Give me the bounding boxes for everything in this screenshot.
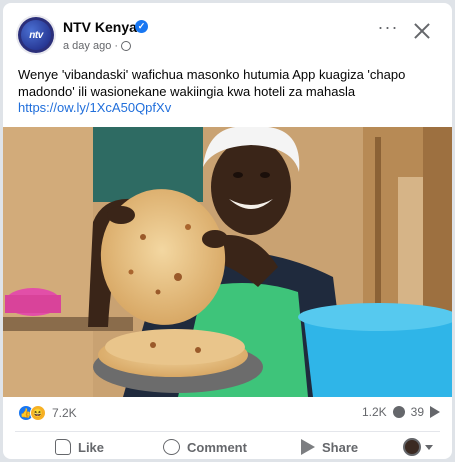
page-name[interactable]: NTV Kenya <box>63 19 137 35</box>
post-card: ntv NTV Kenya ✓ a day ago · ··· Wenye 'v… <box>3 3 452 459</box>
close-icon[interactable] <box>413 22 431 40</box>
ntv-logo: ntv <box>21 20 51 50</box>
comments-count[interactable]: 1.2K <box>362 405 387 419</box>
haha-reaction-icon: 😆 <box>30 405 46 421</box>
verified-badge-icon: ✓ <box>135 20 148 33</box>
reactions-summary[interactable]: 👍 😆 7.2K <box>18 405 77 421</box>
meta-separator: · <box>114 40 118 52</box>
reactions-count: 7.2K <box>52 406 77 420</box>
post-timestamp[interactable]: a day ago <box>63 40 111 52</box>
like-label: Like <box>78 439 105 455</box>
comment-button[interactable]: Comment <box>163 435 247 459</box>
thumbs-up-icon <box>55 439 71 455</box>
comment-label: Comment <box>187 439 247 455</box>
post-header: ntv NTV Kenya ✓ a day ago · ··· <box>3 3 452 63</box>
engagement-counts: 1.2K 39 <box>362 405 440 419</box>
globe-icon <box>121 41 131 51</box>
post-photo[interactable] <box>3 127 452 397</box>
audience-selector[interactable] <box>403 435 433 459</box>
post-caption: Wenye 'vibandaski' wafichua masonko hutu… <box>18 67 406 99</box>
chevron-down-icon <box>425 444 433 450</box>
page-avatar[interactable]: ntv <box>18 17 54 53</box>
comment-count-icon <box>392 406 405 418</box>
woman-holding-chapati-illustration <box>3 127 452 397</box>
post-link[interactable]: https://ow.ly/1XcA50QpfXv <box>18 100 171 115</box>
more-options-icon[interactable]: ··· <box>377 18 399 37</box>
shares-count[interactable]: 39 <box>411 405 424 419</box>
share-arrow-icon <box>301 439 315 455</box>
post-meta: a day ago · <box>63 40 131 52</box>
user-avatar <box>403 438 421 456</box>
share-button[interactable]: Share <box>301 435 358 459</box>
like-button[interactable]: Like <box>55 435 104 459</box>
divider <box>15 431 440 432</box>
comment-bubble-icon <box>163 439 180 455</box>
post-actions: Like Comment Share <box>3 435 452 459</box>
share-count-icon <box>430 406 440 418</box>
share-label: Share <box>322 439 359 455</box>
